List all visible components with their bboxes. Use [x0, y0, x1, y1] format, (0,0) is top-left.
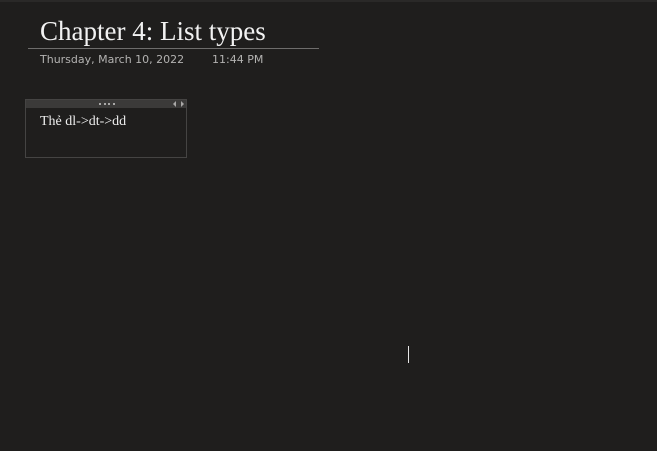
window-top-edge [0, 0, 657, 2]
note-handle-bar[interactable] [26, 100, 186, 108]
text-cursor [408, 346, 409, 363]
page-date: Thursday, March 10, 2022 [40, 53, 185, 66]
page-title[interactable]: Chapter 4: List types [40, 14, 266, 48]
resize-arrows-icon[interactable] [173, 101, 184, 107]
page-time: 11:44 PM [212, 53, 264, 66]
drag-handle-icon[interactable] [99, 103, 115, 105]
note-text[interactable]: Thẻ dl->dt->dd [40, 113, 126, 130]
note-container[interactable]: Thẻ dl->dt->dd [25, 99, 187, 158]
title-underline [28, 48, 319, 49]
